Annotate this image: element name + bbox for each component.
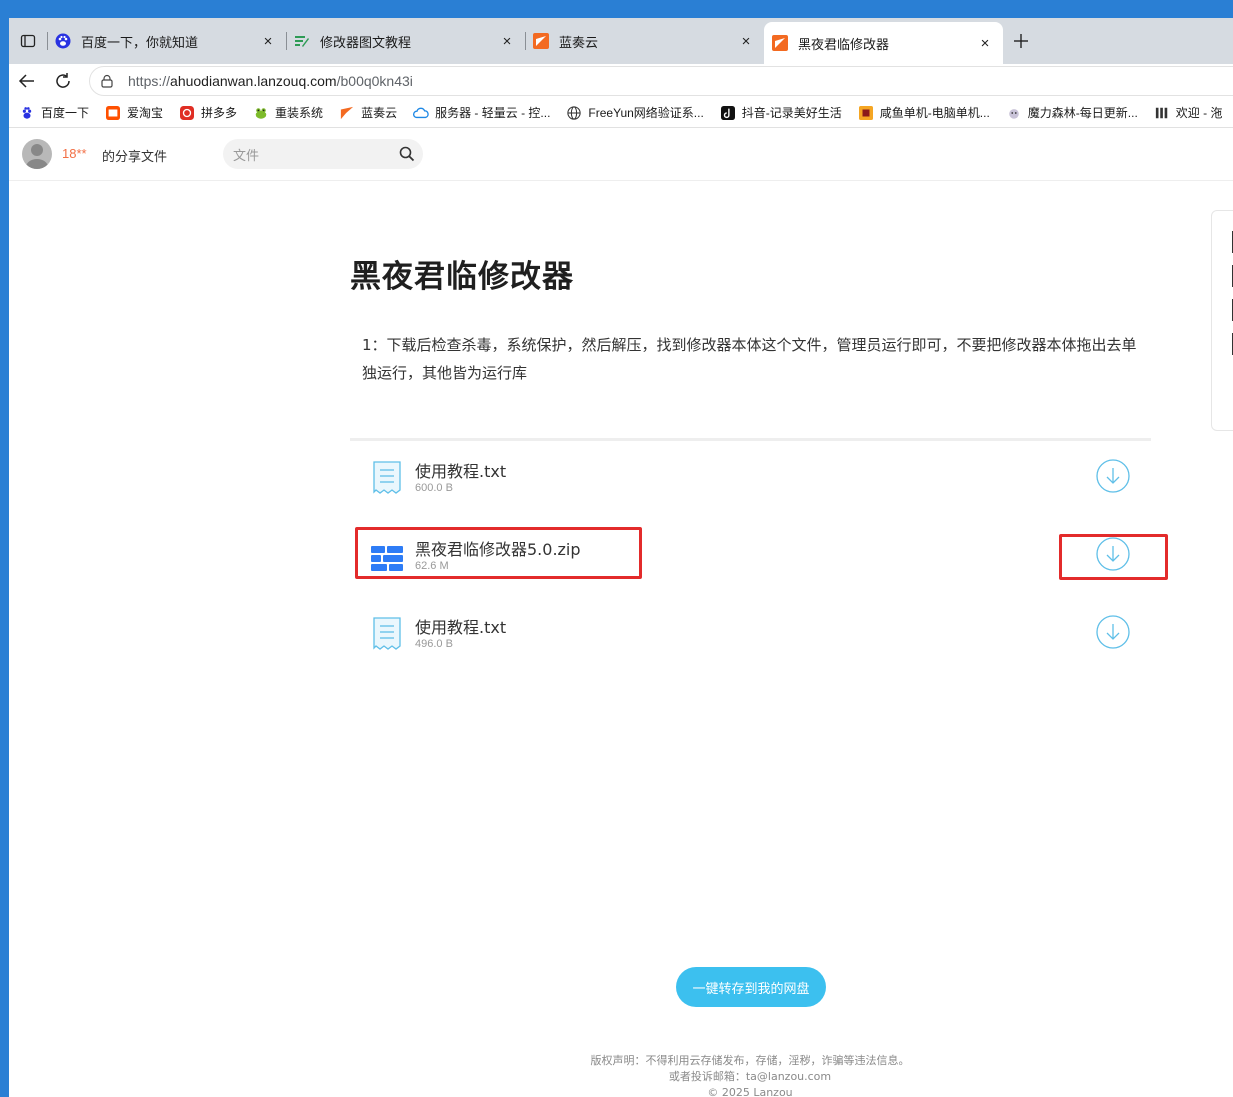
moli-icon	[1006, 105, 1022, 121]
frog-icon	[253, 105, 269, 121]
tab-current[interactable]: 黑夜君临修改器 ×	[764, 22, 1003, 64]
green-edit-icon	[294, 33, 310, 49]
tab-title: 修改器图文教程	[320, 34, 412, 50]
baidu-paw-icon	[19, 105, 35, 121]
highlight-box-file	[355, 527, 642, 579]
bookmark-label: 魔力森林-每日更新...	[1027, 106, 1138, 120]
cloud-icon	[413, 105, 429, 121]
download-icon[interactable]	[1096, 615, 1130, 649]
footer: 版权声明：不得利用云存储发布，存储，淫秽，诈骗等违法信息。 或者投诉邮箱：ta@…	[550, 1053, 950, 1097]
browser-window: 百度一下，你就知道 × 修改器图文教程 × 蓝奏云 × 黑夜君临修改器 × ht…	[9, 18, 1233, 1097]
text-file-icon	[373, 461, 401, 494]
new-tab-button[interactable]	[1003, 22, 1039, 60]
folder-description: 1：下载后检查杀毒，系统保护，然后解压，找到修改器本体这个文件，管理员运行即可，…	[362, 336, 1137, 382]
refresh-icon	[56, 73, 70, 88]
bookmark-label: 拼多多	[201, 106, 238, 120]
lanzou-icon	[772, 35, 788, 51]
bookmark-freeyun[interactable]: FreeYun网络验证系...	[566, 104, 704, 121]
bookmarks-bar: 百度一下 爱淘宝 拼多多 重装系统 蓝奏云 服务器 - 轻量云 - 控... F…	[9, 98, 1233, 128]
xianyu-icon	[858, 105, 874, 121]
footer-report-email: 或者投诉邮箱：ta@lanzou.com	[668, 1070, 832, 1083]
plus-icon	[1014, 34, 1028, 48]
bookmark-label: 蓝奏云	[361, 106, 398, 120]
close-icon[interactable]: ×	[499, 33, 515, 50]
bookmark-welcome[interactable]: 欢迎 - 沲	[1154, 104, 1223, 121]
arrow-left-icon	[18, 74, 34, 88]
bookmark-server[interactable]: 服务器 - 轻量云 - 控...	[413, 104, 550, 121]
avatar[interactable]	[22, 139, 52, 169]
close-icon[interactable]: ×	[260, 33, 276, 50]
taobao-icon	[105, 105, 121, 121]
text-file-icon	[373, 617, 401, 650]
lock-icon	[100, 74, 114, 88]
tab-strip: 百度一下，你就知道 × 修改器图文教程 × 蓝奏云 × 黑夜君临修改器 ×	[9, 18, 1233, 64]
tab-title: 黑夜君临修改器	[798, 36, 890, 52]
bookmark-label: 重装系统	[275, 106, 324, 120]
file-row[interactable]: 使用教程.txt 496.0 B	[350, 606, 1151, 666]
lanzou-icon	[339, 105, 355, 121]
baidu-paw-icon	[55, 33, 71, 49]
side-panel	[1211, 210, 1233, 431]
tab-separator	[525, 32, 526, 50]
tab-title: 百度一下，你就知道	[81, 34, 199, 50]
url-path: /b00q0kn43i	[336, 73, 413, 89]
file-size: 496.0 B	[415, 638, 453, 650]
folder-title: 黑夜君临修改器	[350, 259, 574, 295]
owner-suffix: 的分享文件	[102, 149, 168, 164]
url-host: ahuodianwan.lanzouq.com	[170, 73, 337, 89]
bookmark-label: 百度一下	[41, 106, 90, 120]
tab-tutorial[interactable]: 修改器图文教程 ×	[286, 22, 525, 60]
owner-name[interactable]: 18**	[62, 146, 87, 161]
bookmark-label: 爱淘宝	[127, 106, 164, 120]
user-icon	[26, 144, 48, 169]
bookmark-label: 咸鱼单机-电脑单机...	[879, 106, 990, 120]
close-icon[interactable]: ×	[977, 35, 993, 52]
bookmark-xianyu[interactable]: 咸鱼单机-电脑单机...	[858, 104, 990, 121]
tab-actions-icon	[20, 34, 36, 48]
globe-icon	[566, 105, 582, 121]
close-icon[interactable]: ×	[738, 33, 754, 50]
highlight-box-download	[1059, 534, 1168, 580]
bookmark-douyin[interactable]: 抖音-记录美好生活	[720, 104, 842, 121]
bookmark-pinduoduo[interactable]: 拼多多	[179, 104, 237, 121]
tab-lanzou[interactable]: 蓝奏云 ×	[525, 22, 764, 60]
download-icon[interactable]	[1096, 459, 1130, 493]
footer-copyright: © 2025 Lanzou	[707, 1086, 793, 1097]
search-placeholder: 文件	[233, 147, 260, 163]
address-toolbar: https://ahuodianwan.lanzouq.com/b00q0kn4…	[9, 64, 1233, 98]
share-header: 18** 的分享文件 文件	[9, 129, 1233, 181]
refresh-button[interactable]	[45, 65, 81, 97]
pinduoduo-icon	[179, 105, 195, 121]
bookmark-baidu[interactable]: 百度一下	[19, 104, 89, 121]
divider	[350, 438, 1151, 441]
file-name[interactable]: 使用教程.txt	[415, 614, 506, 638]
bookmark-reinstall[interactable]: 重装系统	[253, 104, 323, 121]
file-row[interactable]: 使用教程.txt 600.0 B	[350, 450, 1151, 510]
footer-copyright-notice: 版权声明：不得利用云存储发布，存储，淫秽，诈骗等违法信息。	[590, 1054, 910, 1067]
bookmark-label: 抖音-记录美好生活	[741, 106, 842, 120]
search-icon[interactable]	[399, 146, 415, 162]
tab-title: 蓝奏云	[559, 34, 599, 50]
tab-separator	[286, 32, 287, 50]
bookmark-taobao[interactable]: 爱淘宝	[105, 104, 163, 121]
douyin-icon	[720, 105, 736, 121]
tab-actions-button[interactable]	[9, 18, 47, 64]
save-to-drive-button[interactable]: 一键转存到我的网盘	[676, 967, 826, 1007]
bookmark-label: 欢迎 - 沲	[1175, 106, 1223, 120]
welcome-icon	[1154, 105, 1170, 121]
file-size: 600.0 B	[415, 482, 453, 494]
bookmark-label: 服务器 - 轻量云 - 控...	[435, 106, 551, 120]
bookmark-lanzou[interactable]: 蓝奏云	[339, 104, 397, 121]
bookmark-label: FreeYun网络验证系...	[588, 106, 704, 120]
lanzou-icon	[533, 33, 549, 49]
page-content: 18** 的分享文件 文件 黑夜君临修改器 1：下载后检查杀毒，系统保护，然后解…	[9, 129, 1233, 1097]
address-bar[interactable]: https://ahuodianwan.lanzouq.com/b00q0kn4…	[89, 66, 1233, 96]
search-input[interactable]: 文件	[223, 139, 423, 169]
tab-baidu[interactable]: 百度一下，你就知道 ×	[47, 22, 286, 60]
tab-separator	[47, 32, 48, 50]
url-scheme: https://	[128, 73, 171, 89]
bookmark-moli[interactable]: 魔力森林-每日更新...	[1006, 104, 1138, 121]
back-button[interactable]	[9, 65, 45, 97]
file-name[interactable]: 使用教程.txt	[415, 458, 506, 482]
